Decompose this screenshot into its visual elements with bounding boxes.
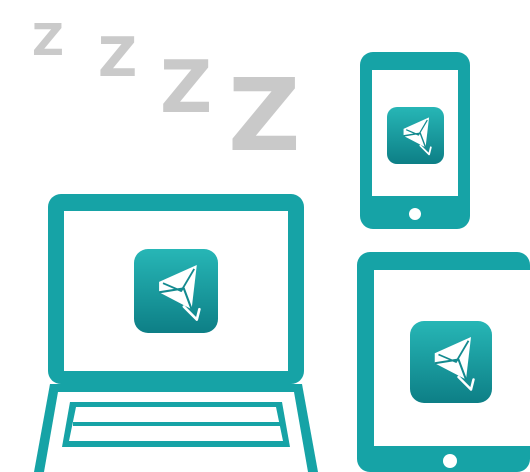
sleeping-devices-illustration: Z Z Z Z bbox=[32, 15, 530, 472]
sleep-letter-1: Z bbox=[32, 15, 64, 66]
sleep-letter-3: Z bbox=[160, 45, 212, 129]
sleep-letter-4: Z bbox=[228, 57, 301, 174]
tablet-device bbox=[357, 252, 530, 472]
mail-app-icon bbox=[134, 249, 218, 333]
tablet-home-button bbox=[443, 454, 457, 468]
phone-home-button bbox=[409, 208, 421, 220]
mail-app-icon bbox=[410, 321, 492, 403]
sleep-letter-2: Z bbox=[98, 26, 137, 89]
sleep-zzz: Z Z Z Z bbox=[32, 15, 301, 174]
laptop-device bbox=[34, 194, 318, 472]
phone-device bbox=[360, 52, 470, 229]
mail-app-icon bbox=[387, 107, 444, 164]
